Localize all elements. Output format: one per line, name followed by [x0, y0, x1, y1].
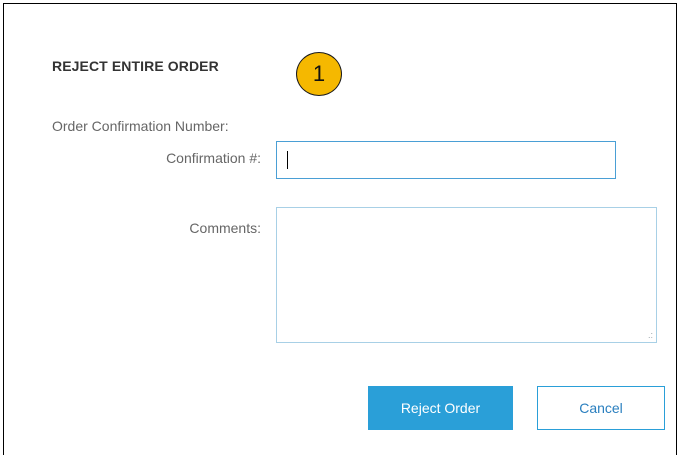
reject-order-dialog: REJECT ENTIRE ORDER 1 Order Confirmation…	[3, 3, 677, 455]
comments-label: Comments:	[189, 220, 261, 236]
order-confirmation-section-label: Order Confirmation Number:	[52, 118, 229, 134]
comments-textarea[interactable]: .:	[276, 207, 657, 343]
confirmation-number-input[interactable]	[276, 141, 616, 179]
resize-grip-icon[interactable]: .:	[648, 331, 653, 340]
step-number-badge: 1	[296, 52, 342, 96]
text-caret	[287, 151, 288, 169]
dialog-title: REJECT ENTIRE ORDER	[52, 58, 219, 74]
cancel-button[interactable]: Cancel	[537, 386, 665, 430]
confirmation-number-label: Confirmation #:	[166, 150, 261, 166]
reject-order-button[interactable]: Reject Order	[368, 386, 513, 430]
